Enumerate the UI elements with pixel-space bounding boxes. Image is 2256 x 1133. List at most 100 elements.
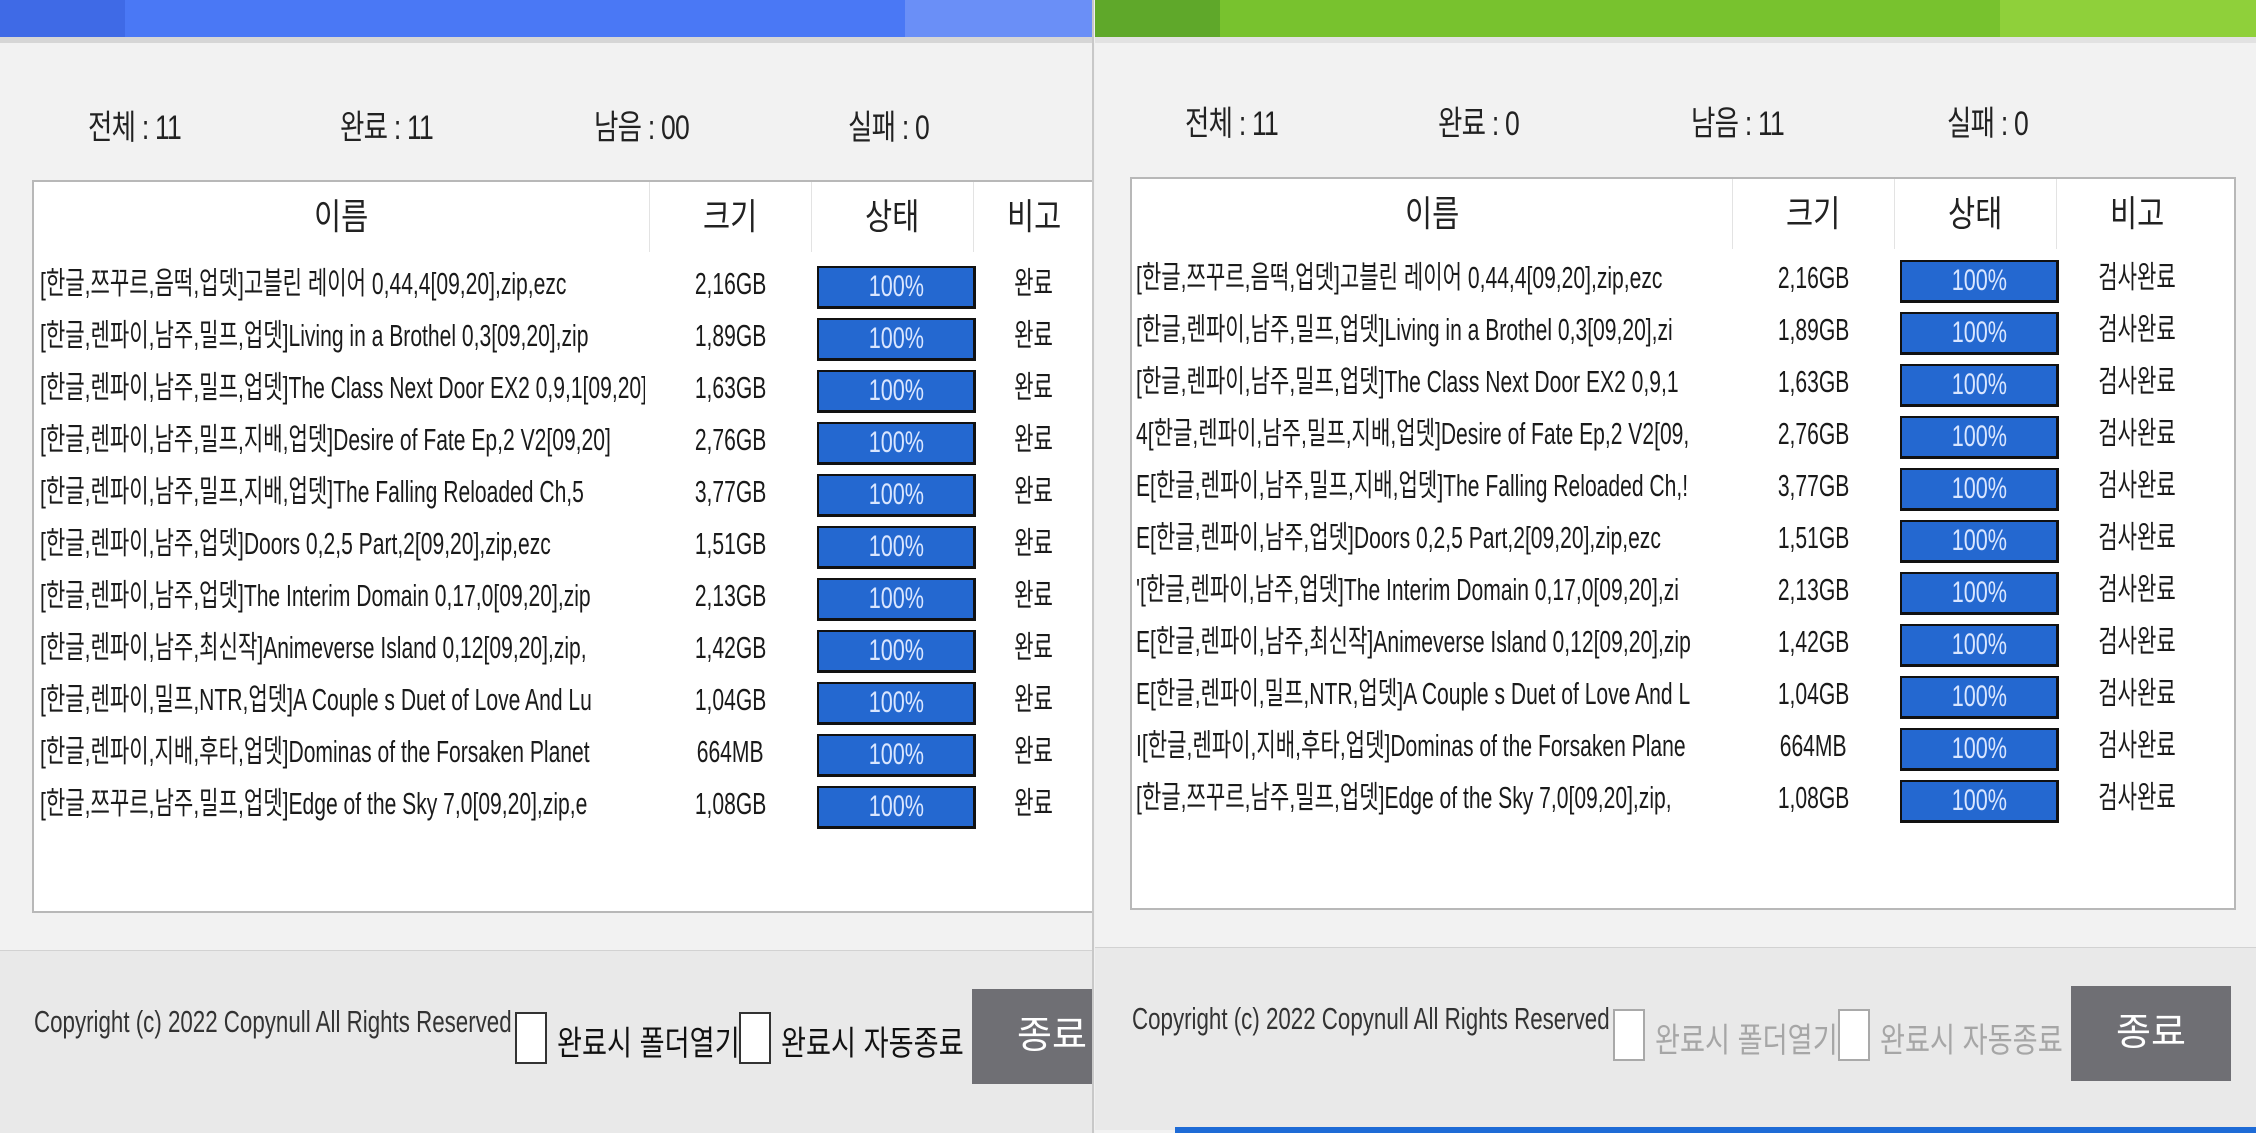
column-header-note[interactable]: 비고 — [974, 182, 1092, 252]
file-row[interactable]: E[한글,렌파이,남주,업뎃]Doors 0,2,5 Part,2[09,20]… — [1132, 512, 2234, 564]
progress-bar: 100% — [817, 630, 976, 673]
extractor-window-right: 전체 : 11 완료 : 0 남음 : 11 실패 : 0 이름 크기 상태 비… — [1095, 0, 2256, 1133]
file-size: 1,04GB — [1777, 676, 1850, 711]
progress-bar: 100% — [817, 578, 976, 621]
footer: Copyright (c) 2022 Copynull All Rights R… — [0, 950, 1092, 1133]
file-row[interactable]: [한글,쯔꾸르,음떡,업뎃]고블린 레이어 0,44,4[09,20],zip,… — [1132, 252, 2234, 304]
auto-exit-checkbox[interactable]: 완료시 자동종료 — [739, 1012, 964, 1072]
file-row[interactable]: [한글,렌파이,남주,밀프,업뎃]Living in a Brothel 0,3… — [1132, 304, 2234, 356]
file-size: 1,51GB — [694, 526, 767, 561]
file-row[interactable]: 4[한글,렌파이,남주,밀프,지배,업뎃]Desire of Fate Ep,2… — [1132, 408, 2234, 460]
file-row[interactable]: [한글,렌파이,밀프,NTR,업뎃]A Couple s Duet of Lov… — [34, 674, 1092, 726]
file-row[interactable]: [한글,쯔꾸르,음떡,업뎃]고블린 레이어 0,44,4[09,20],zip,… — [34, 258, 1092, 310]
progress-bar: 100% — [1900, 780, 2059, 823]
progress-text: 100% — [868, 478, 924, 511]
progress-text: 100% — [868, 426, 924, 459]
file-name: [한글,렌파이,남주,밀프,지배,업뎃]Desire of Fate Ep,2 … — [40, 422, 611, 457]
title-bar[interactable] — [1095, 0, 2256, 37]
file-size: 1,04GB — [694, 682, 767, 717]
file-row[interactable]: [한글,렌파이,남주,업뎃]Doors 0,2,5 Part,2[09,20],… — [34, 518, 1092, 570]
title-bar[interactable] — [0, 0, 1092, 37]
progress-bar: 100% — [817, 422, 976, 465]
file-list[interactable]: 이름 크기 상태 비고 [한글,쯔꾸르,음떡,업뎃]고블린 레이어 0,44,4… — [32, 180, 1092, 913]
progress-text: 100% — [1951, 316, 2007, 349]
column-header-size[interactable]: 크기 — [1733, 179, 1894, 249]
column-header-status[interactable]: 상태 — [812, 182, 973, 252]
progress-bar: 100% — [1900, 676, 2059, 719]
file-note: 완료 — [1014, 630, 1054, 665]
file-row[interactable]: [한글,렌파이,남주,밀프,업뎃]The Class Next Door EX2… — [34, 362, 1092, 414]
file-row[interactable]: [한글,렌파이,남주,업뎃]The Interim Domain 0,17,0[… — [34, 570, 1092, 622]
file-row[interactable]: [한글,렌파이,남주,밀프,지배,업뎃]Desire of Fate Ep,2 … — [34, 414, 1092, 466]
title-bar-segment — [905, 0, 1092, 37]
file-list[interactable]: 이름 크기 상태 비고 [한글,쯔꾸르,음떡,업뎃]고블린 레이어 0,44,4… — [1130, 177, 2236, 910]
progress-text: 100% — [868, 790, 924, 823]
title-bar-segment — [2000, 0, 2256, 37]
file-row[interactable]: [한글,렌파이,남주,밀프,지배,업뎃]The Falling Reloaded… — [34, 466, 1092, 518]
progress-text: 100% — [1951, 628, 2007, 661]
file-name: [한글,쯔꾸르,음떡,업뎃]고블린 레이어 0,44,4[09,20],zip,… — [1136, 260, 1663, 295]
file-size: 1,63GB — [1777, 364, 1850, 399]
file-row[interactable]: [한글,쯔꾸르,남주,밀프,업뎃]Edge of the Sky 7,0[09,… — [1132, 772, 2234, 824]
file-row[interactable]: I[한글,렌파이,지배,후타,업뎃]Dominas of the Forsake… — [1132, 720, 2234, 772]
title-bar-segment — [125, 0, 905, 37]
file-size: 1,63GB — [694, 370, 767, 405]
title-bar-divider — [0, 37, 1092, 43]
file-row[interactable]: E[한글,렌파이,남주,밀프,지배,업뎃]The Falling Reloade… — [1132, 460, 2234, 512]
file-note: 검사완료 — [2098, 260, 2176, 295]
copyright-text: Copyright (c) 2022 Copynull All Rights R… — [1132, 1001, 1610, 1036]
column-header-name[interactable]: 이름 — [34, 182, 649, 252]
progress-bar: 100% — [817, 682, 976, 725]
file-size: 2,16GB — [1777, 260, 1850, 295]
file-note: 검사완료 — [2098, 728, 2176, 763]
stat-done: 완료 : 0 — [1438, 105, 1520, 143]
file-size: 2,76GB — [694, 422, 767, 457]
file-name: 4[한글,렌파이,남주,밀프,지배,업뎃]Desire of Fate Ep,2… — [1136, 416, 1690, 451]
file-size: 664MB — [697, 734, 764, 769]
checkbox-box[interactable] — [1613, 1009, 1645, 1061]
file-size: 1,42GB — [1777, 624, 1850, 659]
title-bar-divider — [1095, 37, 2256, 43]
checkbox-label: 완료시 폴더열기 — [557, 1025, 740, 1063]
checkbox-box[interactable] — [515, 1012, 547, 1064]
file-size: 3,77GB — [694, 474, 767, 509]
progress-text: 100% — [868, 582, 924, 615]
title-bar-segment — [1220, 0, 2000, 37]
file-name: [한글,렌파이,남주,최신작]Animeverse Island 0,12[09… — [40, 630, 587, 665]
progress-bar: 100% — [1900, 312, 2059, 355]
stat-remain: 남음 : 00 — [594, 109, 690, 147]
file-name: [한글,쯔꾸르,음떡,업뎃]고블린 레이어 0,44,4[09,20],zip,… — [40, 266, 567, 301]
file-row[interactable]: '[한글,렌파이,남주,업뎃]The Interim Domain 0,17,0… — [1132, 564, 2234, 616]
column-header-size[interactable]: 크기 — [650, 182, 811, 252]
auto-exit-checkbox[interactable]: 완료시 자동종료 — [1838, 1009, 2063, 1069]
file-row[interactable]: E[한글,렌파이,밀프,NTR,업뎃]A Couple s Duet of Lo… — [1132, 668, 2234, 720]
file-name: [한글,렌파이,남주,밀프,업뎃]Living in a Brothel 0,3… — [1136, 312, 1673, 347]
file-name: E[한글,렌파이,남주,밀프,지배,업뎃]The Falling Reloade… — [1136, 468, 1689, 503]
file-note: 검사완료 — [2098, 780, 2176, 815]
exit-button[interactable]: 종료 — [2071, 986, 2231, 1081]
column-header-name[interactable]: 이름 — [1132, 179, 1732, 249]
column-header-note[interactable]: 비고 — [2057, 179, 2217, 249]
column-header-status[interactable]: 상태 — [1895, 179, 2056, 249]
progress-text: 100% — [868, 374, 924, 407]
file-note: 검사완료 — [2098, 468, 2176, 503]
file-name: [한글,렌파이,밀프,NTR,업뎃]A Couple s Duet of Lov… — [40, 682, 592, 717]
file-name: [한글,렌파이,남주,업뎃]The Interim Domain 0,17,0[… — [40, 578, 591, 613]
open-folder-checkbox[interactable]: 완료시 폴더열기 — [515, 1012, 740, 1072]
file-row[interactable]: [한글,쯔꾸르,남주,밀프,업뎃]Edge of the Sky 7,0[09,… — [34, 778, 1092, 830]
file-name: [한글,렌파이,남주,밀프,지배,업뎃]The Falling Reloaded… — [40, 474, 584, 509]
file-row[interactable]: [한글,렌파이,남주,최신작]Animeverse Island 0,12[09… — [34, 622, 1092, 674]
file-row[interactable]: [한글,렌파이,지배,후타,업뎃]Dominas of the Forsaken… — [34, 726, 1092, 778]
progress-text: 100% — [1951, 784, 2007, 817]
file-note: 검사완료 — [2098, 364, 2176, 399]
file-row[interactable]: E[한글,렌파이,남주,최신작]Animeverse Island 0,12[0… — [1132, 616, 2234, 668]
checkbox-box[interactable] — [1838, 1009, 1870, 1061]
progress-text: 100% — [1951, 368, 2007, 401]
progress-text: 100% — [868, 322, 924, 355]
file-row[interactable]: [한글,렌파이,남주,밀프,업뎃]Living in a Brothel 0,3… — [34, 310, 1092, 362]
checkbox-box[interactable] — [739, 1012, 771, 1064]
exit-button[interactable]: 종료 — [972, 989, 1092, 1084]
open-folder-checkbox[interactable]: 완료시 폴더열기 — [1613, 1009, 1838, 1069]
progress-bar: 100% — [1900, 364, 2059, 407]
file-row[interactable]: [한글,렌파이,남주,밀프,업뎃]The Class Next Door EX2… — [1132, 356, 2234, 408]
